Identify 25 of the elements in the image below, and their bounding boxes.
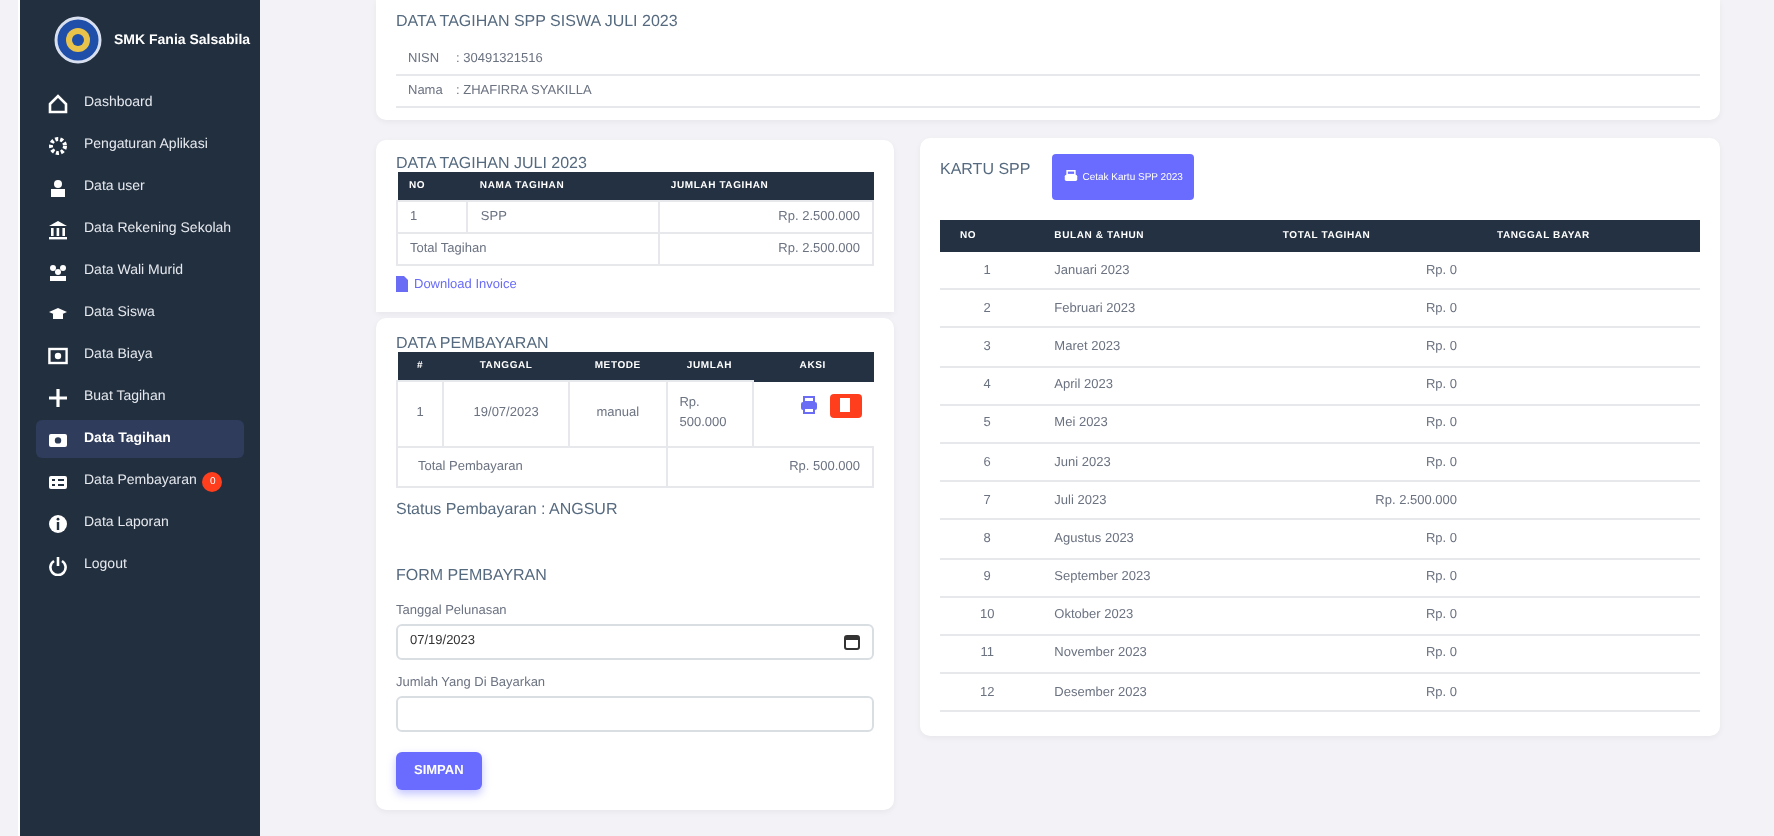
card-title: DATA TAGIHAN JULI 2023: [396, 154, 589, 172]
info-icon: [48, 513, 68, 533]
school-logo-icon: [54, 16, 102, 64]
form-title: FORM PEMBAYRAN: [396, 565, 549, 583]
card-icon: [48, 429, 68, 449]
file-icon: [396, 276, 408, 292]
people-icon: [48, 261, 68, 281]
plus-icon: [48, 387, 68, 407]
print-icon: [1064, 170, 1079, 184]
card-title: DATA PEMBAYARAN: [396, 334, 551, 352]
payment-status: Status Pembayaran : ANGSUR: [396, 499, 620, 517]
power-icon: [48, 555, 68, 575]
print-icon[interactable]: [799, 396, 817, 414]
bank-icon: [48, 219, 68, 239]
trash-icon: [840, 398, 850, 412]
cap-icon: [48, 303, 68, 323]
list-icon: [48, 471, 68, 491]
money-icon: [48, 345, 68, 365]
delete-button[interactable]: [829, 393, 861, 417]
amount-field[interactable]: [396, 695, 874, 731]
user-icon: [48, 177, 68, 197]
card-title: DATA TAGIHAN SPP SISWA JULI 2023: [396, 12, 680, 30]
calendar-icon: [844, 633, 860, 649]
card-title: KARTU SPP: [940, 160, 1031, 178]
home-icon: [48, 93, 68, 113]
